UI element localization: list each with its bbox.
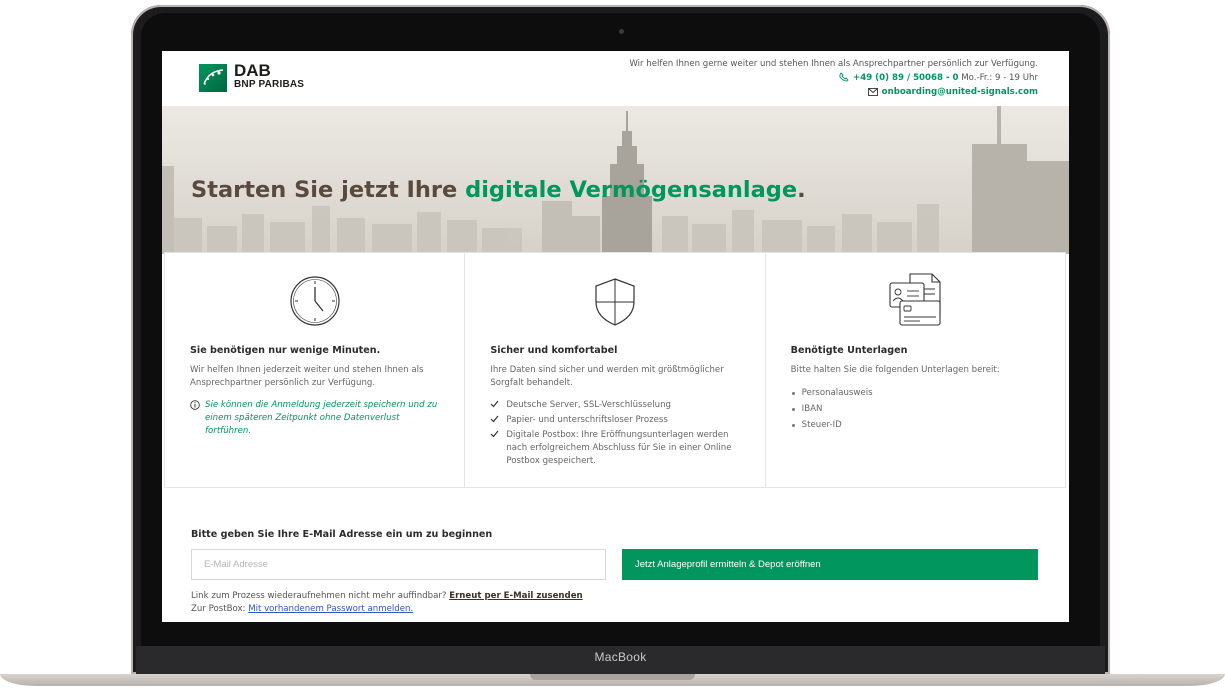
- required-documents-list: Personalausweis IBAN Steuer-ID: [791, 387, 1051, 435]
- documents-icon: [889, 273, 941, 326]
- contact-phone-line: +49 (0) 89 / 50068 - 0 Mo.-Fr.: 9 - 19 U…: [629, 71, 1038, 85]
- hero-title-dot: .: [797, 177, 806, 203]
- checkmark-icon: [490, 430, 499, 438]
- list-item: Personalausweis: [791, 387, 1051, 400]
- contact-email-line: onboarding@united-signals.com: [629, 85, 1038, 99]
- checkmark-icon: [490, 400, 499, 408]
- card-security: Sicher und komfortabel Ihre Daten sind s…: [465, 253, 766, 487]
- list-item: Steuer-ID: [791, 419, 1051, 432]
- list-item: Deutsche Server, SSL-Verschlüsselung: [490, 399, 750, 412]
- phone-icon: [839, 72, 849, 82]
- logo-bnp-text: BNP PARIBAS: [234, 79, 305, 90]
- email-link[interactable]: onboarding@united-signals.com: [882, 87, 1038, 97]
- list-item-text: Papier- und unterschriftsloser Prozess: [506, 415, 668, 425]
- email-input[interactable]: [191, 549, 606, 580]
- list-item-text: Digitale Postbox: Ihre Eröffnungsunterla…: [506, 430, 732, 466]
- card-documents: Benötigte Unterlagen Bitte halten Sie di…: [766, 253, 1065, 487]
- phone-number-link[interactable]: +49 (0) 89 / 50068 - 0: [853, 73, 959, 83]
- postbox-line: Zur PostBox: Mit vorhandenem Passwort an…: [191, 603, 583, 616]
- resend-email-link[interactable]: Erneut per E-Mail zusenden: [449, 591, 582, 601]
- device-label: MacBook: [594, 650, 647, 664]
- list-item: Digitale Postbox: Ihre Eröffnungsunterla…: [490, 429, 750, 468]
- start-onboarding-button[interactable]: Jetzt Anlageprofil ermitteln & Depot erö…: [622, 549, 1038, 580]
- laptop-bezel: MacBook: [136, 646, 1105, 674]
- camera-dot: [619, 29, 624, 34]
- info-icon: [190, 400, 200, 410]
- logo-wordmark[interactable]: DAB BNP PARIBAS: [234, 62, 304, 91]
- logo-dab-text: DAB: [234, 61, 271, 80]
- card-title: Sicher und komfortabel: [490, 345, 618, 356]
- hero-title: Starten Sie jetzt Ihre digitale Vermögen…: [191, 177, 806, 203]
- resend-line: Link zum Prozess wiederaufnehmen nicht m…: [191, 590, 583, 603]
- checkmark-icon: [490, 415, 499, 423]
- clock-icon: [290, 276, 340, 326]
- contact-block: Wir helfen Ihnen gerne weiter und stehen…: [629, 57, 1038, 99]
- contact-info-text: Wir helfen Ihnen gerne weiter und stehen…: [629, 59, 1038, 69]
- card-minutes: Sie benötigen nur wenige Minuten. Wir he…: [165, 253, 466, 487]
- email-form-title: Bitte geben Sie Ihre E-Mail Adresse ein …: [191, 529, 493, 540]
- list-item: IBAN: [791, 403, 1051, 416]
- shield-icon: [595, 278, 635, 326]
- bnp-stars-logo-icon[interactable]: [199, 64, 227, 92]
- resend-prefix: Link zum Prozess wiederaufnehmen nicht m…: [191, 591, 447, 601]
- browser-screen: DAB BNP PARIBAS Wir helfen Ihnen gerne w…: [162, 51, 1069, 622]
- site-header: DAB BNP PARIBAS Wir helfen Ihnen gerne w…: [162, 51, 1069, 106]
- mail-icon: [867, 88, 878, 96]
- hero-title-accent: digitale Vermögensanlage: [465, 177, 798, 203]
- list-item-text: Deutsche Server, SSL-Verschlüsselung: [506, 400, 671, 410]
- opening-hours: Mo.-Fr.: 9 - 19 Uhr: [961, 73, 1038, 83]
- hero-title-text: Starten Sie jetzt Ihre: [191, 177, 466, 203]
- card-text: Wir helfen Ihnen jederzeit weiter und st…: [190, 365, 424, 388]
- hero-banner: Starten Sie jetzt Ihre digitale Vermögen…: [162, 106, 1069, 254]
- security-feature-list: Deutsche Server, SSL-Verschlüsselung Pap…: [490, 399, 750, 470]
- card-text: Bitte halten Sie die folgenden Unterlage…: [790, 365, 1000, 375]
- postbox-prefix: Zur PostBox:: [191, 604, 246, 614]
- list-item: Papier- und unterschriftsloser Prozess: [490, 414, 750, 427]
- card-title: Benötigte Unterlagen: [790, 345, 908, 356]
- postbox-login-link[interactable]: Mit vorhandenem Passwort anmelden.: [248, 604, 413, 614]
- card-text: Ihre Daten sind sicher und werden mit gr…: [490, 365, 724, 388]
- laptop-notch: [530, 674, 695, 680]
- info-cards: Sie benötigen nur wenige Minuten. Wir he…: [164, 252, 1066, 488]
- footer-links: Link zum Prozess wiederaufnehmen nicht m…: [191, 590, 583, 616]
- save-hint-text: Sie können die Anmeldung jederzeit speic…: [205, 400, 438, 436]
- card-title: Sie benötigen nur wenige Minuten.: [190, 345, 381, 356]
- save-hint: Sie können die Anmeldung jederzeit speic…: [190, 399, 440, 438]
